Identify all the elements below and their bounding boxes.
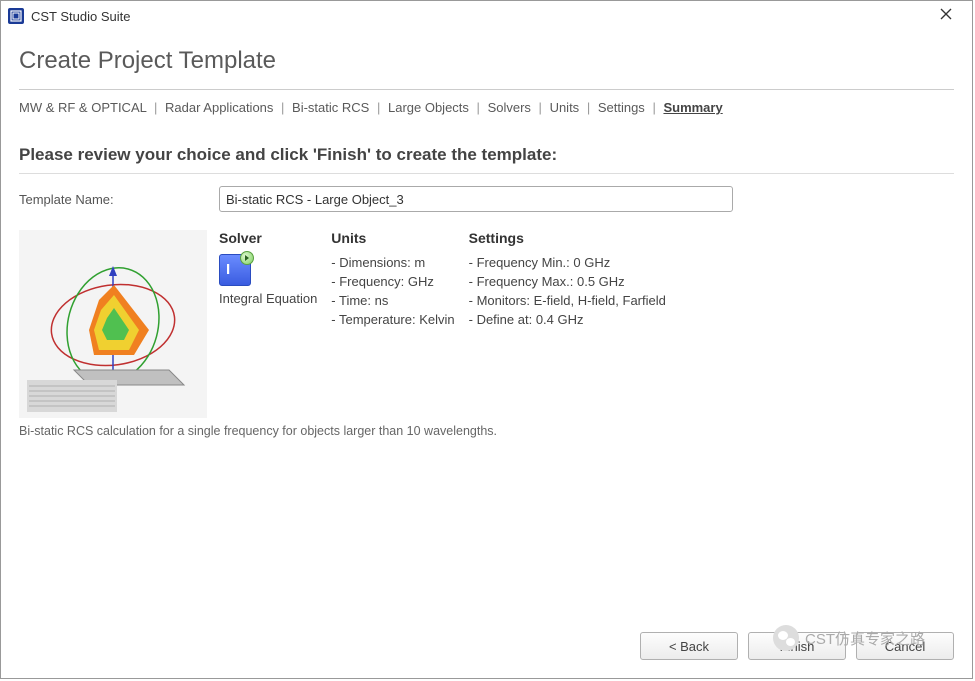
window-title: CST Studio Suite: [31, 9, 926, 24]
breadcrumb-item[interactable]: Units: [550, 100, 580, 115]
breadcrumb-item[interactable]: Large Objects: [388, 100, 469, 115]
template-description: Bi-static RCS calculation for a single f…: [19, 424, 659, 438]
breadcrumb-item-current[interactable]: Summary: [663, 100, 722, 115]
app-icon: [7, 7, 25, 25]
finish-button[interactable]: Finish: [748, 632, 846, 660]
divider: [19, 173, 954, 174]
page-title: Create Project Template: [19, 47, 954, 75]
solver-column: Solver I Integral Equation: [219, 230, 317, 329]
play-badge-icon: [240, 251, 254, 265]
units-line: - Frequency: GHz: [331, 273, 454, 292]
units-line: - Temperature: Kelvin: [331, 311, 454, 330]
settings-line: - Define at: 0.4 GHz: [469, 311, 666, 330]
close-icon: [940, 8, 952, 20]
divider: [19, 89, 954, 90]
units-heading: Units: [331, 230, 454, 246]
breadcrumb-item[interactable]: Bi-static RCS: [292, 100, 369, 115]
close-button[interactable]: [926, 7, 966, 25]
settings-line: - Frequency Min.: 0 GHz: [469, 254, 666, 273]
instruction-text: Please review your choice and click 'Fin…: [19, 145, 954, 165]
solver-icon: I: [219, 254, 251, 286]
solver-name: Integral Equation: [219, 290, 317, 309]
titlebar: CST Studio Suite: [1, 1, 972, 31]
settings-heading: Settings: [469, 230, 666, 246]
units-column: Units - Dimensions: m - Frequency: GHz -…: [331, 230, 454, 329]
settings-line: - Frequency Max.: 0.5 GHz: [469, 273, 666, 292]
template-name-input[interactable]: [219, 186, 733, 212]
units-line: - Time: ns: [331, 292, 454, 311]
units-line: - Dimensions: m: [331, 254, 454, 273]
breadcrumb-item[interactable]: MW & RF & OPTICAL: [19, 100, 146, 115]
breadcrumb-item[interactable]: Settings: [598, 100, 645, 115]
settings-column: Settings - Frequency Min.: 0 GHz - Frequ…: [469, 230, 666, 329]
solver-heading: Solver: [219, 230, 317, 246]
breadcrumb-item[interactable]: Solvers: [488, 100, 531, 115]
template-name-label: Template Name:: [19, 192, 219, 207]
button-bar: < Back Finish Cancel: [1, 622, 972, 678]
breadcrumb-item[interactable]: Radar Applications: [165, 100, 273, 115]
settings-line: - Monitors: E-field, H-field, Farfield: [469, 292, 666, 311]
breadcrumb: MW & RF & OPTICAL | Radar Applications |…: [19, 100, 954, 115]
cancel-button[interactable]: Cancel: [856, 632, 954, 660]
template-preview-image: [19, 230, 207, 418]
back-button[interactable]: < Back: [640, 632, 738, 660]
